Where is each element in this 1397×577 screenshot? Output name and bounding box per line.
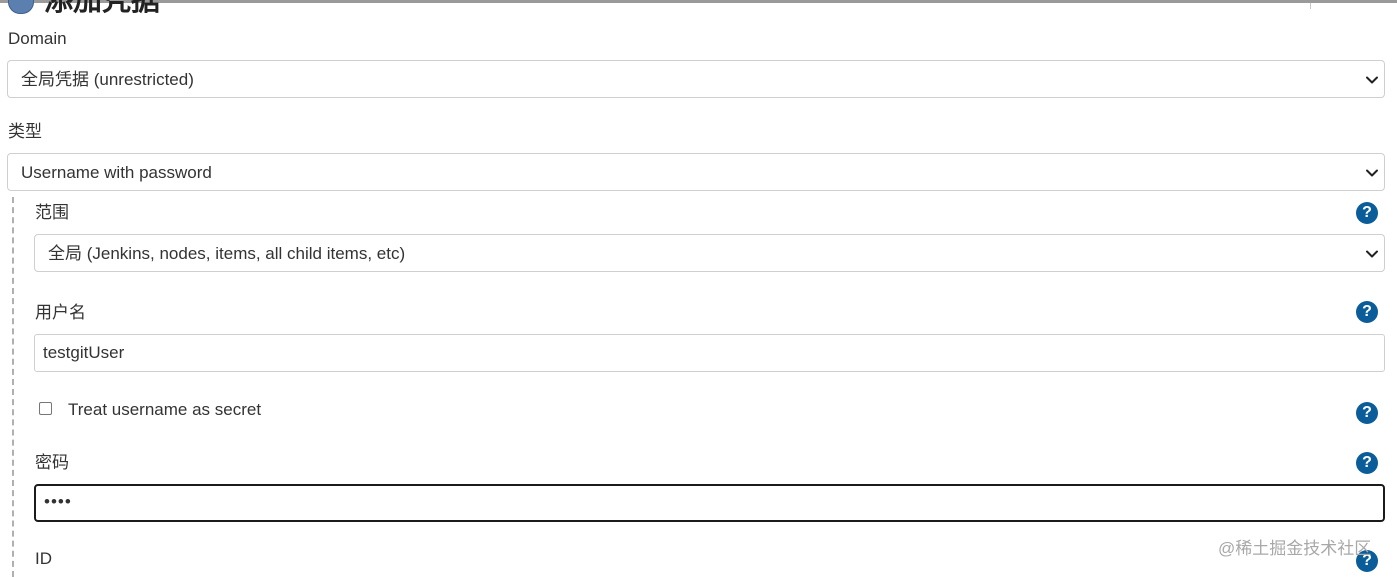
domain-label: Domain (8, 29, 67, 48)
page-title: 添加凭据 (44, 0, 161, 17)
chevron-down-icon (1366, 250, 1378, 258)
password-input[interactable]: •••• (34, 484, 1385, 522)
top-divider (0, 0, 1397, 3)
domain-select-value: 全局凭据 (unrestricted) (21, 70, 194, 89)
kind-select-value: Username with password (21, 163, 212, 182)
password-label: 密码 (35, 453, 69, 472)
scope-label: 范围 (35, 203, 69, 222)
scope-select[interactable]: 全局 (Jenkins, nodes, items, all child ite… (34, 234, 1385, 272)
treat-username-secret-checkbox[interactable] (39, 402, 52, 415)
kind-label: 类型 (8, 122, 42, 141)
help-icon[interactable]: ? (1356, 301, 1378, 323)
id-label: ID (35, 549, 52, 568)
username-input-value: testgitUser (43, 343, 125, 362)
username-input[interactable]: testgitUser (34, 334, 1385, 372)
treat-username-secret-label: Treat username as secret (68, 400, 262, 419)
help-icon[interactable]: ? (1356, 202, 1378, 224)
username-label: 用户名 (35, 303, 86, 322)
credentials-form-page: 添加凭据 Domain 全局凭据 (unrestricted) 类型 Usern… (0, 0, 1397, 577)
top-divider-marker (1310, 3, 1311, 9)
nested-section-rail (12, 197, 14, 577)
domain-select[interactable]: 全局凭据 (unrestricted) (7, 60, 1385, 98)
chevron-down-icon (1366, 76, 1378, 84)
watermark: @稀土掘金技术社区 (1218, 539, 1372, 558)
help-icon[interactable]: ? (1356, 402, 1378, 424)
credentials-icon (8, 0, 34, 14)
password-input-value: •••• (44, 492, 72, 511)
scope-select-value: 全局 (Jenkins, nodes, items, all child ite… (48, 244, 406, 263)
help-icon[interactable]: ? (1356, 452, 1378, 474)
kind-select[interactable]: Username with password (7, 153, 1385, 191)
chevron-down-icon (1366, 169, 1378, 177)
